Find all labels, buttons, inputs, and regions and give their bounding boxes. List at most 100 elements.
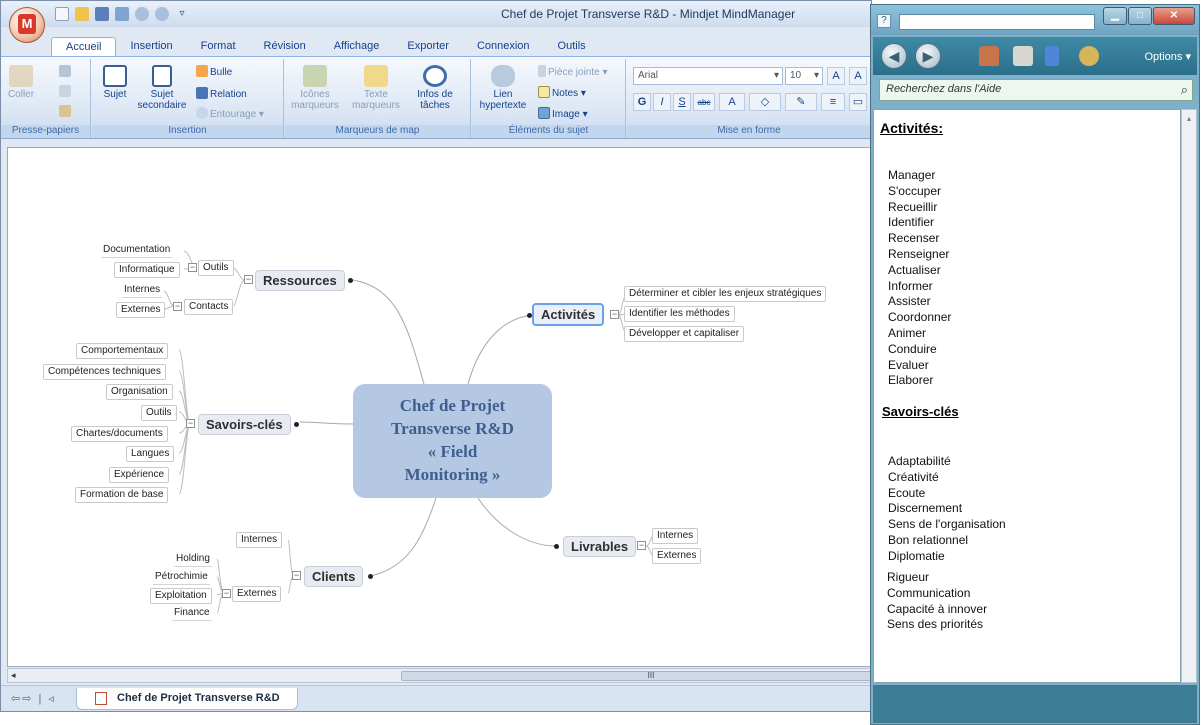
topic-internes-clients[interactable]: Internes [236, 532, 283, 548]
topic-documentation[interactable]: Documentation [101, 243, 173, 258]
ask-someone-icon[interactable] [1079, 46, 1099, 66]
boundary-button[interactable]: Entourage ▾ [196, 107, 264, 120]
map-icon[interactable] [115, 7, 129, 21]
line-color-button[interactable]: ✎ [785, 93, 817, 111]
hyperlink-button[interactable]: Lien hypertexte [474, 65, 532, 111]
tab-navigation-arrows-icon[interactable]: ⇦⇨ | ◃ [11, 692, 56, 705]
topic-internes-livrables[interactable]: Internes [652, 528, 699, 544]
undo-icon[interactable] [135, 7, 149, 21]
font-name-select[interactable]: Arial ▾ [633, 67, 783, 85]
new-file-icon[interactable] [55, 7, 69, 21]
topic-developper-capitaliser[interactable]: Développer et capitaliser [624, 326, 745, 342]
map-canvas[interactable]: Chef de Projet Transverse R&D « Field Mo… [7, 147, 871, 667]
topic-contacts[interactable]: Contacts [184, 299, 234, 315]
topic-internes-contacts[interactable]: Internes [122, 283, 163, 298]
grow-font-button[interactable]: A [827, 67, 845, 85]
topic-petrochimie[interactable]: Pétrochimie [153, 570, 210, 585]
shape-button[interactable]: ▭ [849, 93, 867, 111]
cut-icon[interactable] [59, 65, 71, 77]
options-menu[interactable]: Options ▾ [1145, 50, 1192, 63]
topic-experience[interactable]: Expérience [109, 467, 170, 483]
topic-externes-contacts[interactable]: Externes [116, 302, 166, 318]
tab-exporter[interactable]: Exporter [393, 37, 463, 57]
topic-competences-techniques[interactable]: Compétences techniques [43, 364, 166, 380]
scroll-up-icon[interactable]: ▴ [1182, 114, 1196, 123]
topic-formation-de-base[interactable]: Formation de base [75, 487, 169, 503]
tab-accueil[interactable]: Accueil [51, 37, 117, 57]
topic-outils-savoirs[interactable]: Outils [141, 405, 177, 421]
italic-button[interactable]: I [653, 93, 671, 111]
subtopic-button[interactable]: Sujet secondaire [136, 65, 188, 111]
topic-activites[interactable]: Activités [532, 303, 605, 326]
topic-identifier-methodes[interactable]: Identifier les méthodes [624, 306, 735, 322]
maximize-button[interactable]: □ [1128, 7, 1152, 25]
home-icon[interactable] [979, 46, 999, 66]
book-icon[interactable] [1045, 46, 1059, 66]
topic-savoirs-cles[interactable]: Savoirs-clés [198, 414, 291, 435]
topic-informatique[interactable]: Informatique [114, 262, 180, 278]
topic-outils-ressources[interactable]: Outils [198, 260, 234, 276]
print-icon[interactable] [1013, 46, 1033, 66]
tab-outils[interactable]: Outils [544, 37, 600, 57]
topic-exploitation[interactable]: Exploitation [150, 588, 212, 604]
strikethrough-button[interactable]: abc [693, 93, 715, 111]
collapse-toggle[interactable]: − [292, 571, 301, 580]
collapse-toggle[interactable]: − [637, 541, 646, 550]
central-topic[interactable]: Chef de Projet Transverse R&D « Field Mo… [353, 384, 552, 498]
minimize-button[interactable]: ▁ [1103, 7, 1127, 25]
forward-button[interactable]: ▶ [915, 43, 941, 69]
notes-button[interactable]: Notes ▾ [538, 86, 586, 99]
topic-externes-clients[interactable]: Externes [232, 586, 282, 602]
topic-ressources[interactable]: Ressources [255, 270, 345, 291]
tab-revision[interactable]: Révision [250, 37, 320, 57]
application-button[interactable]: M [9, 7, 45, 43]
attachment-button[interactable]: Pièce jointe ▾ [538, 65, 608, 78]
topic-holding[interactable]: Holding [174, 552, 212, 567]
copy-icon[interactable] [59, 85, 71, 97]
topic-organisation[interactable]: Organisation [106, 384, 173, 400]
save-icon[interactable] [95, 7, 109, 21]
collapse-toggle[interactable]: − [244, 275, 253, 284]
topic-comportementaux[interactable]: Comportementaux [76, 343, 169, 359]
scroll-left-icon[interactable]: ◂ [11, 670, 16, 681]
topic-langues[interactable]: Langues [126, 446, 175, 462]
collapse-toggle[interactable]: − [222, 589, 231, 598]
topic-clients[interactable]: Clients [304, 566, 364, 587]
tab-connexion[interactable]: Connexion [463, 37, 544, 57]
topic-determiner-enjeux[interactable]: Déterminer et cibler les enjeux stratégi… [624, 286, 827, 302]
customize-toolbar-icon[interactable]: ▿ [175, 7, 189, 21]
open-folder-icon[interactable] [75, 7, 89, 21]
help-vertical-scrollbar[interactable]: ▴ [1181, 109, 1197, 683]
task-info-button[interactable]: Infos de tâches [411, 65, 459, 111]
redo-icon[interactable] [155, 7, 169, 21]
align-button[interactable]: ≡ [821, 93, 845, 111]
paste-button[interactable]: Coller [5, 65, 37, 100]
back-button[interactable]: ◀ [881, 43, 907, 69]
topic-finance[interactable]: Finance [172, 606, 212, 621]
collapse-toggle[interactable]: − [610, 310, 619, 319]
underline-button[interactable]: S [673, 93, 691, 111]
callout-button[interactable]: Bulle [196, 65, 232, 78]
topic-button[interactable]: Sujet [98, 65, 132, 100]
search-icon[interactable]: ⌕ [1181, 82, 1188, 98]
icon-markers-button[interactable]: Icônes marqueurs [287, 65, 343, 111]
shrink-font-button[interactable]: A [849, 67, 867, 85]
close-button[interactable]: ✕ [1153, 7, 1195, 25]
topic-externes-livrables[interactable]: Externes [652, 548, 702, 564]
help-search-input[interactable]: Recherchez dans l'Aide ⌕ [879, 79, 1193, 101]
image-button[interactable]: Image ▾ [538, 107, 588, 120]
document-tab[interactable]: Chef de Projet Transverse R&D [76, 688, 298, 710]
fill-color-button[interactable]: ◇ [749, 93, 781, 111]
topic-chartes-documents[interactable]: Chartes/documents [71, 426, 168, 442]
scrollbar-thumb[interactable]: III [401, 671, 901, 681]
tab-insertion[interactable]: Insertion [116, 37, 186, 57]
tab-format[interactable]: Format [187, 37, 250, 57]
bold-button[interactable]: G [633, 93, 651, 111]
text-markers-button[interactable]: Texte marqueurs [347, 65, 405, 111]
collapse-toggle[interactable]: − [188, 263, 197, 272]
collapse-toggle[interactable]: − [173, 302, 182, 311]
relationship-button[interactable]: Relation [196, 87, 247, 100]
font-size-select[interactable]: 10 ▾ [785, 67, 823, 85]
tab-affichage[interactable]: Affichage [320, 37, 394, 57]
horizontal-scrollbar[interactable]: ◂ III [7, 668, 901, 683]
